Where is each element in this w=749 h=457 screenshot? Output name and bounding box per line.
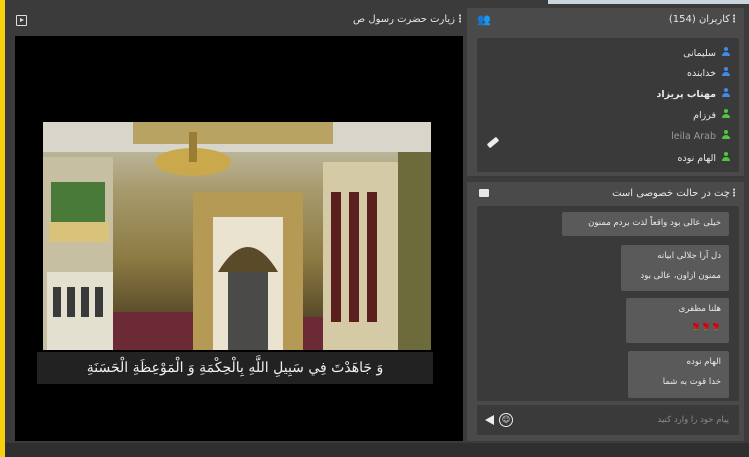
users-icon: 👥 (477, 13, 491, 26)
user-name: خدابنده (687, 68, 716, 79)
user-item[interactable]: فرزام (693, 108, 731, 124)
send-icon[interactable] (485, 415, 494, 425)
video-title: زیارت حضرت رسول ص (353, 14, 455, 25)
message-sender: هلنا مظفری (678, 304, 721, 314)
person-icon (721, 88, 731, 98)
person-icon (721, 67, 731, 77)
chat-input[interactable]: پیام خود را وارد کنید ☺ (477, 405, 739, 435)
user-name: leila Arab (671, 131, 716, 142)
user-item[interactable]: خدابنده (687, 66, 731, 82)
message-sender: الهام نوده (686, 357, 721, 367)
message-text: ممنون ازاون، عالی بود (640, 271, 721, 281)
chat-icon (479, 189, 489, 197)
video-subtitle: وَ جَاهَدْتَ فِي سَبِيلِ اللَّهِ بِالْحِ… (37, 352, 433, 384)
user-item[interactable]: مهتاب پریزاد (656, 87, 731, 103)
fullscreen-icon[interactable] (16, 15, 27, 26)
chat-panel: چت در حالت خصوصی است ⋮ خیلی عالی بود واق… (467, 182, 744, 441)
user-name: مهتاب پریزاد (656, 89, 716, 100)
video-panel-header: زیارت حضرت رسول ص ⋮ (10, 8, 465, 32)
message-text: خیلی عالی بود واقعاً لذت بردم ممنون (588, 218, 721, 228)
users-panel-header: 👥 کاربران (154) ⋮ (467, 8, 744, 32)
chat-messages: خیلی عالی بود واقعاً لذت بردم ممنون دل آ… (477, 206, 739, 401)
video-frame (43, 122, 431, 350)
chat-menu-icon[interactable]: ⋮ (729, 182, 739, 206)
browser-strip (548, 0, 749, 4)
user-item[interactable]: سلیمانی (683, 46, 731, 62)
person-icon (721, 109, 731, 119)
user-name: سلیمانی (683, 48, 716, 59)
users-panel: 👥 کاربران (154) ⋮ سلیمانی خدابنده مهتاب … (467, 8, 744, 176)
chat-message: الهام نوده خدا قوت به شما (628, 351, 729, 398)
person-icon (721, 152, 731, 162)
chat-message: خیلی عالی بود واقعاً لذت بردم ممنون (562, 212, 729, 236)
video-menu-icon[interactable]: ⋮ (455, 8, 465, 32)
app-window: زیارت حضرت رسول ص ⋮ وَ جَاهَدْتَ فِي سَب… (5, 0, 749, 457)
user-name: فرزام (693, 110, 716, 121)
users-list: سلیمانی خدابنده مهتاب پریزاد فرزام leila… (477, 38, 739, 172)
message-text: خدا قوت به شما (662, 377, 721, 387)
users-title: کاربران (154) (668, 14, 730, 25)
message-text: 🌹🌹🌹 (691, 323, 721, 332)
users-menu-icon[interactable]: ⋮ (729, 8, 739, 32)
message-sender: دل آرا جلالی ابیانه (657, 251, 721, 261)
chat-input-placeholder: پیام خود را وارد کنید (657, 415, 729, 425)
person-icon (721, 130, 731, 140)
chat-message: دل آرا جلالی ابیانه ممنون ازاون، عالی بو… (621, 245, 729, 291)
person-icon (721, 47, 731, 57)
bottom-toolbar (5, 443, 749, 457)
user-name: الهام نوده (677, 153, 716, 164)
emoji-icon[interactable]: ☺ (499, 413, 513, 427)
chat-title: چت در حالت خصوصی است (612, 188, 730, 199)
chat-message: هلنا مظفری 🌹🌹🌹 (626, 298, 729, 343)
user-item[interactable]: الهام نوده (678, 151, 731, 167)
pencil-icon[interactable] (486, 136, 500, 149)
video-player[interactable]: وَ جَاهَدْتَ فِي سَبِيلِ اللَّهِ بِالْحِ… (15, 36, 463, 441)
chat-panel-header: چت در حالت خصوصی است ⋮ (467, 182, 744, 206)
user-item[interactable]: leila Arab (671, 129, 731, 145)
